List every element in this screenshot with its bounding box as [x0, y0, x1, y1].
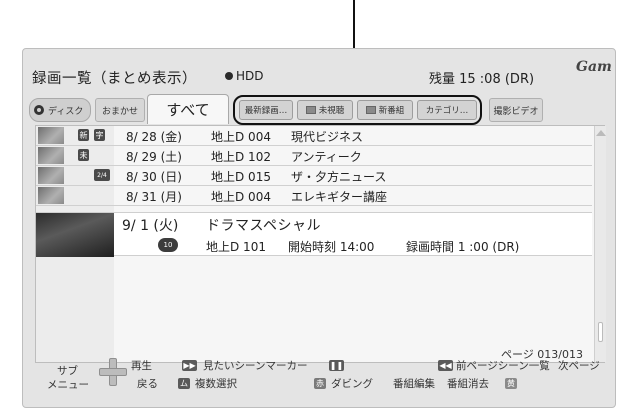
recording-list: 新 字 8/ 28 (金) 地上D 004 現代ビジネス 未 8/ 29 (土)… — [35, 125, 606, 363]
hdd-indicator-icon — [225, 72, 233, 80]
tab-all[interactable]: すべて — [147, 94, 229, 124]
brand-logo: Gam — [576, 59, 612, 75]
page-title: 録画一覧（まとめ表示） — [32, 71, 197, 87]
red-key-icon: 赤 — [314, 378, 326, 389]
unviewed-icon — [305, 106, 316, 114]
thumbnail — [38, 167, 64, 184]
tab-category[interactable]: カテゴリ… — [417, 100, 477, 120]
remaining-time: 残量 15 :08 (DR) — [429, 72, 535, 87]
prev-page-key-icon: ◀◀ — [438, 360, 453, 371]
back-label: 戻る — [137, 378, 158, 390]
tab-bar: ディスク おまかせ すべて 最新録画… 未視聴 新番組 カテゴリ… 撮影ビデオ — [23, 94, 615, 125]
multi-select-key-icon: ム — [178, 378, 190, 389]
tab-latest[interactable]: 最新録画… — [239, 100, 293, 120]
tab-auto-label: おまかせ — [101, 106, 138, 117]
dpad-icon — [99, 358, 127, 386]
row-program-name: ザ・夕方ニュース — [291, 170, 387, 184]
row-channel: 地上D 015 — [211, 170, 271, 184]
tab-unviewed-label: 未視聴 — [318, 106, 345, 116]
tab-new-program[interactable]: 新番組 — [357, 100, 413, 120]
highlighted-tab-group: 最新録画… 未視聴 新番組 カテゴリ… — [233, 95, 482, 125]
play-label: 再生 — [131, 360, 152, 372]
edit-program-label: 番組編集 — [393, 378, 435, 390]
pause-key-icon: ❚❚ — [329, 360, 344, 371]
dubbing-label: ダビング — [331, 378, 373, 390]
caption-badge: 字 — [94, 129, 105, 141]
row-program-name: アンティーク — [291, 150, 362, 164]
selected-channel: 地上D 101 — [206, 240, 266, 254]
scroll-thumb[interactable] — [598, 322, 603, 342]
thumbnail — [38, 147, 64, 164]
drive-label: HDD — [236, 69, 264, 83]
selected-count-badge: 10 — [158, 238, 178, 252]
tab-disc[interactable]: ディスク — [29, 98, 91, 122]
scene-marker-label: 見たいシーンマーカー — [203, 360, 308, 372]
sub-menu-label-bottom: メニュー — [47, 379, 89, 391]
row-channel: 地上D 102 — [211, 150, 271, 164]
skip-key-icon: ▶▶ — [182, 360, 197, 371]
selected-thumbnail — [36, 213, 114, 257]
sub-menu-label-top: サブ — [57, 365, 78, 377]
yellow-key-icon: 黄 — [505, 378, 517, 389]
episode-count-badge: 2/4 — [94, 169, 110, 181]
tab-auto[interactable]: おまかせ — [95, 98, 145, 122]
tab-all-label: すべて — [166, 101, 210, 119]
tab-unviewed[interactable]: 未視聴 — [297, 100, 353, 120]
prev-page-label: 前ページシーン一覧 — [456, 360, 550, 372]
list-scrollbar[interactable] — [594, 126, 606, 362]
unviewed-badge: 未 — [78, 149, 89, 161]
selected-program-name: ドラマスペシャル — [206, 218, 322, 234]
row-channel: 地上D 004 — [211, 190, 271, 204]
tab-category-label: カテゴリ… — [425, 106, 469, 116]
tab-new-program-label: 新番組 — [378, 106, 405, 116]
thumbnail — [38, 127, 64, 144]
tab-disc-label: ディスク — [48, 106, 84, 117]
button-guide-footer: サブ メニュー 再生 戻る ▶▶ 見たいシーンマーカー ❚❚ ム 複数選択 赤 … — [23, 355, 615, 407]
list-item[interactable]: 新 字 8/ 28 (金) 地上D 004 現代ビジネス — [36, 126, 592, 146]
selected-date: 9/ 1 (火) — [122, 218, 179, 234]
list-item[interactable]: 未 8/ 29 (土) 地上D 102 アンティーク — [36, 146, 592, 166]
list-item[interactable]: 8/ 31 (月) 地上D 004 エレキギター講座 — [36, 186, 592, 206]
multi-select-label: 複数選択 — [195, 378, 237, 390]
selected-start-time: 開始時刻 14:00 — [288, 240, 375, 254]
selected-list-item[interactable]: 9/ 1 (火) ドラマスペシャル 10 地上D 101 開始時刻 14:00 … — [36, 212, 592, 257]
row-date: 8/ 31 (月) — [126, 190, 182, 204]
list-item[interactable]: 2/4 8/ 30 (日) 地上D 015 ザ・夕方ニュース — [36, 166, 592, 186]
row-date: 8/ 28 (金) — [126, 130, 182, 144]
new-program-icon — [365, 106, 376, 114]
tab-latest-label: 最新録画… — [244, 106, 288, 116]
recording-list-screen: 録画一覧（まとめ表示） HDD 残量 15 :08 (DR) Gam ディスク … — [22, 48, 616, 408]
row-channel: 地上D 004 — [211, 130, 271, 144]
row-date: 8/ 29 (土) — [126, 150, 182, 164]
next-page-label: 次ページ — [558, 360, 600, 372]
selected-duration: 録画時間 1 :00 (DR) — [406, 240, 520, 254]
row-program-name: エレキギター講座 — [291, 190, 388, 204]
erase-program-label: 番組消去 — [447, 378, 489, 390]
screen-header: 録画一覧（まとめ表示） HDD 残量 15 :08 (DR) Gam — [23, 49, 615, 97]
disc-icon — [34, 105, 44, 115]
tab-home-video[interactable]: 撮影ビデオ — [489, 98, 543, 122]
thumbnail — [38, 187, 64, 204]
new-badge: 新 — [78, 129, 89, 141]
row-program-name: 現代ビジネス — [291, 130, 364, 144]
row-date: 8/ 30 (日) — [126, 170, 182, 184]
tab-home-video-label: 撮影ビデオ — [493, 106, 539, 117]
scroll-up-arrow-icon[interactable] — [596, 130, 606, 136]
